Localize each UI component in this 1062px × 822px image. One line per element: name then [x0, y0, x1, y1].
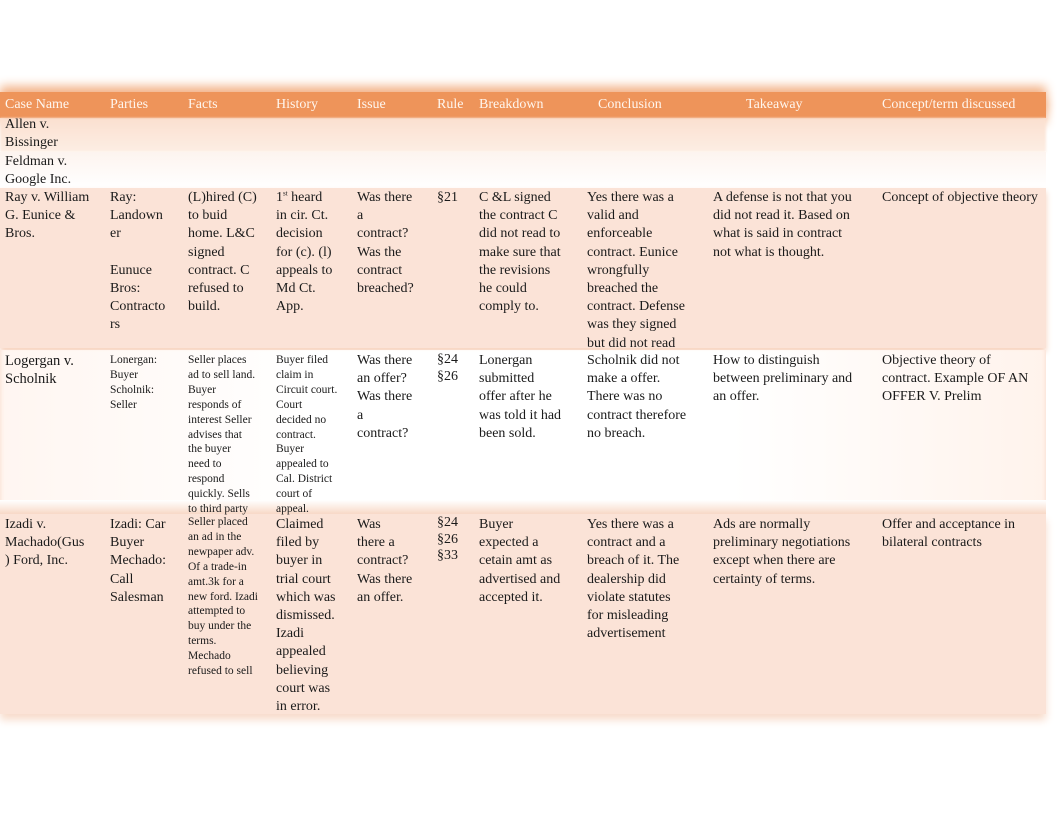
cell-history: Claimed filed by buyer in trial court wh…	[276, 517, 336, 715]
cell-takeaway: Ads are normally preliminary negotiation…	[713, 517, 851, 587]
row-band-divider	[0, 500, 1046, 514]
cell-parties: Lonergan: Buyer Scholnik: Seller	[110, 354, 158, 411]
header-rule: Rule	[437, 97, 464, 112]
cell-breakdown: C &L signed the contract C did not read …	[479, 190, 561, 315]
cell-facts: Seller places ad to sell land. Buyer res…	[188, 354, 256, 516]
cell-case-name: Logergan v. Scholnik	[5, 353, 74, 388]
cell-takeaway: How to distinguish between preliminary a…	[713, 353, 853, 405]
history-text: heard in cir. Ct. decision for (c). (l) …	[276, 190, 333, 315]
cell-concept: Concept of objective theory	[882, 190, 1038, 205]
header-conclusion: Conclusion	[598, 97, 662, 112]
cell-conclusion: Yes there was a contract and a breach of…	[587, 517, 680, 642]
cell-conclusion: Yes there was a valid and enforceable co…	[587, 190, 685, 351]
cell-facts: Seller placed an ad in the newpaper adv.…	[188, 516, 258, 678]
cell-history: Buyer filed claim in Circuit court. Cour…	[276, 354, 338, 516]
cell-history: 1st heard in cir. Ct. decision for (c). …	[276, 189, 354, 316]
header-case-name: Case Name	[5, 97, 70, 112]
cell-breakdown: Lonergan submitted offer after he was to…	[479, 353, 562, 441]
cell-rule: §24 §26 §33	[437, 515, 458, 563]
cell-case-name: Feldman v. Google Inc.	[5, 154, 72, 188]
cell-issue: Was there an offer? Was there a contract…	[357, 353, 413, 441]
header-parties: Parties	[110, 97, 149, 112]
cell-parties: Izadi: Car Buyer Mechado: Call Salesman	[110, 517, 166, 605]
cell-issue: Was there a contract? Was the contract b…	[357, 190, 414, 297]
cell-rule: §24 §26	[437, 352, 458, 384]
cell-parties: Ray: Landown er Eunuce Bros: Contracto r…	[110, 190, 166, 333]
cell-breakdown: Buyer expected a cetain amt as advertise…	[479, 517, 561, 605]
cell-case-name: Izadi v. Machado(Gus ) Ford, Inc.	[5, 517, 85, 569]
cell-concept: Offer and acceptance in bilateral contra…	[882, 517, 1016, 551]
cell-case-name: Ray v. William G. Eunice & Bros.	[5, 190, 90, 242]
header-concept: Concept/term discussed	[882, 97, 1016, 112]
cell-concept: Objective theory of contract. Example OF…	[882, 353, 1029, 405]
history-ordinal: 1	[276, 190, 283, 205]
row-band-feldman	[0, 152, 1046, 188]
header-issue: Issue	[357, 97, 386, 112]
cell-rule: §21	[437, 190, 458, 205]
row-band-allen	[0, 118, 1046, 152]
header-breakdown: Breakdown	[479, 97, 544, 112]
cell-facts: (L)hired (C) to buid home. L&C signed co…	[188, 190, 257, 315]
header-history: History	[276, 97, 318, 112]
header-facts: Facts	[188, 97, 218, 112]
cell-conclusion: Scholnik did not make a offer. There was…	[587, 353, 687, 441]
header-takeaway: Takeaway	[746, 97, 803, 112]
cell-takeaway: A defense is not that you did not read i…	[713, 190, 852, 260]
cell-case-name: Allen v. Bissinger	[5, 117, 58, 151]
cell-issue: Was there a contract? Was there an offer…	[357, 517, 413, 605]
